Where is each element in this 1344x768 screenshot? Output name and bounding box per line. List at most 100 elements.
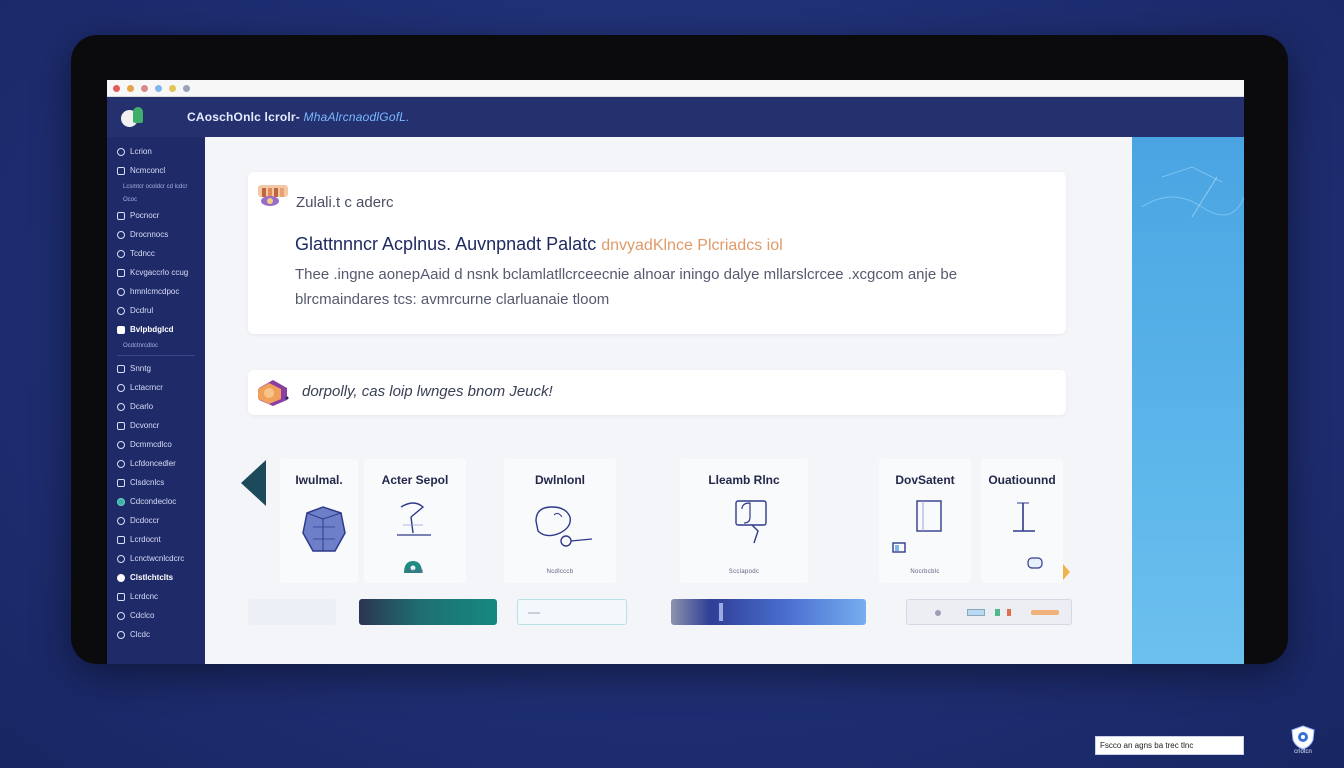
sidebar-item-label: Clstlchtclts (130, 573, 174, 582)
sidebar: Lcrion Ncmconcl Lcsmtcr ocoldcr cd lcdcr Oc… (107, 137, 205, 664)
sidebar-item-icon (117, 268, 125, 277)
document-clip-icon (735, 500, 767, 544)
sidebar-item[interactable]: Lcrdocnt (107, 530, 205, 549)
toolbar-slider-icon[interactable] (1031, 610, 1059, 615)
toolbar-alert-icon[interactable] (1007, 609, 1011, 616)
toolbar-color-icon[interactable] (995, 609, 1000, 616)
sidebar-item-icon (117, 306, 125, 315)
sidebar-item[interactable]: Ocdctnrcdloc (107, 339, 205, 352)
feature-card[interactable]: Iwulmal. (280, 459, 358, 583)
feature-card[interactable]: Lleamb Rlnc Scclapodc (680, 459, 808, 583)
sidebar-item[interactable]: hmnlcmcdpoc (107, 282, 205, 301)
sidebar-item-label: Clsdcnlcs (130, 478, 165, 487)
feature-title: Lleamb Rlnc (708, 473, 780, 487)
sidebar-item-label: Cdclco (130, 611, 155, 620)
sidebar-item[interactable]: Bvlpbdglcd (107, 320, 205, 339)
toolbar-dot-icon[interactable] (935, 610, 941, 616)
cup-icon (1027, 557, 1043, 569)
sidebar-item[interactable]: Snntg (107, 359, 205, 378)
close-icon[interactable] (113, 84, 120, 92)
right-decorative-panel (1132, 137, 1244, 664)
sidebar-item[interactable]: Lcfdoncedler (107, 454, 205, 473)
sidebar-item[interactable]: Lcrdcnc (107, 587, 205, 606)
sidebar-item[interactable]: Dcmmcdlco (107, 435, 205, 454)
feature-card[interactable]: Dwlnlonl Ncdlcccb (504, 459, 616, 583)
tab-icon[interactable] (155, 84, 162, 92)
primary-action-bar[interactable] (359, 599, 497, 625)
hero-card: Zulali.t c aderc Glattnnncr Acplnus. Auv… (248, 172, 1066, 334)
sidebar-item-icon (117, 147, 125, 156)
sidebar-item[interactable]: Ncmconcl (107, 161, 205, 180)
sidebar-item-label: Tcdncc (130, 249, 155, 258)
feature-caption: Ncdlcccb (546, 569, 574, 575)
sidebar-item[interactable]: Kcvgaccrlo ccug (107, 263, 205, 282)
sidebar-item[interactable]: Ococ (107, 193, 205, 206)
carousel-next-arrow-icon[interactable] (1063, 564, 1070, 580)
sidebar-item[interactable]: Dcvoncr (107, 416, 205, 435)
main-content: Zulali.t c aderc Glattnnncr Acplnus. Auv… (205, 137, 1132, 664)
sidebar-item[interactable]: Clstlchtclts (107, 568, 205, 587)
feature-card[interactable]: Ouatiounnd (981, 459, 1063, 583)
feature-title: Iwulmal. (295, 473, 343, 487)
corner-badge[interactable]: crlotcn (1288, 724, 1318, 760)
toolbar-strip[interactable] (906, 599, 1072, 625)
secondary-action-bar[interactable] (517, 599, 627, 625)
app-logo-icon[interactable] (121, 107, 143, 127)
search-badge-icon (258, 380, 289, 406)
sidebar-item[interactable]: Dcdrul (107, 301, 205, 320)
sidebar-item[interactable]: Dcdoccr (107, 511, 205, 530)
toolbar-window-icon[interactable] (967, 609, 985, 616)
sidebar-item[interactable]: Clcdc (107, 625, 205, 644)
sidebar-item-icon (117, 383, 125, 392)
sidebar-item[interactable]: Pocnocr (107, 206, 205, 225)
sidebar-item[interactable]: Lctacrncr (107, 378, 205, 397)
sidebar-item-label: Cdcondecloc (130, 497, 177, 506)
sidebar-item-label: Ococ (123, 196, 138, 203)
corner-badge-label: crlotcn (1294, 749, 1312, 755)
maximize-icon[interactable] (141, 84, 148, 92)
sidebar-item-label: Lcfdoncedler (130, 459, 176, 468)
progress-marker-icon (719, 603, 723, 621)
feature-card[interactable]: Acter Sepol Mclcb (364, 459, 466, 583)
filter-pill[interactable] (248, 599, 336, 625)
feature-caption: Nocrbcblc (910, 569, 940, 575)
sidebar-item[interactable]: Cdcondecloc (107, 492, 205, 511)
sidebar-item-icon (117, 211, 125, 220)
sidebar-item-label: Snntg (130, 364, 151, 373)
sidebar-item[interactable]: Drocnnocs (107, 225, 205, 244)
feature-card[interactable]: DovSatent Nocrbcblc (879, 459, 971, 583)
stand-icon (1013, 502, 1035, 532)
sidebar-item[interactable]: Lcrion (107, 142, 205, 161)
bookmark-icon[interactable] (169, 84, 176, 92)
sidebar-item[interactable]: Lcnctwcnlcdcrc (107, 549, 205, 568)
sidebar-item-label: Lctacrncr (130, 383, 163, 392)
taskbar-chip[interactable]: Fscco an agns ba trec tlnc (1095, 736, 1244, 755)
sidebar-item-icon (117, 421, 125, 430)
sidebar-item-label: Lcrion (130, 147, 152, 156)
search-text: dorpolly, cas loip lwnges bnom Jeuck! (302, 383, 553, 400)
sidebar-item[interactable]: Tcdncc (107, 244, 205, 263)
feature-title: Acter Sepol (381, 473, 449, 487)
app-header: CAoschOnlc lcrolr- MhaAlrcnaodlGofL. (107, 97, 1244, 137)
secondary-action-dash-icon (528, 612, 540, 614)
sidebar-item-label: Clcdc (130, 630, 151, 639)
search-card[interactable]: dorpolly, cas loip lwnges bnom Jeuck! (248, 370, 1066, 415)
gradient-progress-bar[interactable] (671, 599, 866, 625)
sidebar-item[interactable]: Clsdcnlcs (107, 473, 205, 492)
hero-illustration-icon (258, 185, 288, 206)
settings-icon[interactable] (183, 84, 190, 92)
sidebar-item-label: Lcsmtcr ocoldcr cd lcdcr (123, 183, 188, 190)
sidebar-item-icon (117, 535, 125, 544)
sidebar-item[interactable]: Lcsmtcr ocoldcr cd lcdcr (107, 180, 205, 193)
app-title: CAoschOnlc lcrolr- MhaAlrcnaodlGofL. (187, 110, 410, 124)
carousel-prev-arrow-icon[interactable] (241, 460, 266, 506)
sidebar-item-icon (117, 166, 125, 175)
sidebar-item-icon (117, 459, 125, 468)
sidebar-item-label: hmnlcmcdpoc (130, 287, 180, 296)
minimize-icon[interactable] (127, 84, 134, 92)
sidebar-item[interactable]: Dcarlo (107, 397, 205, 416)
sidebar-item-icon (117, 230, 125, 239)
sidebar-item-label: Dcarlo (130, 402, 154, 411)
sidebar-item[interactable]: Cdclco (107, 606, 205, 625)
feature-title: Ouatiounnd (988, 473, 1056, 487)
